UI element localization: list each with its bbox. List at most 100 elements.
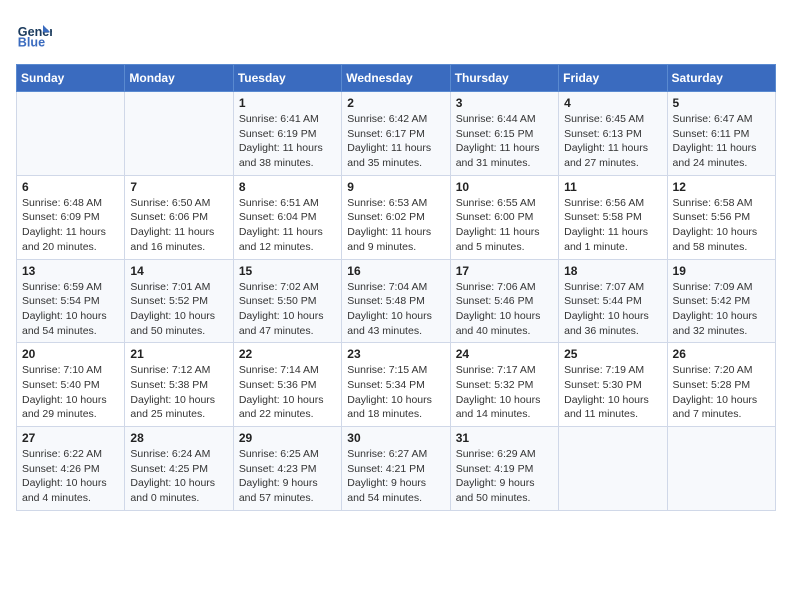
day-of-week-friday: Friday <box>559 65 667 92</box>
day-cell: 16 Sunrise: 7:04 AM Sunset: 5:48 PM Dayli… <box>342 259 450 343</box>
day-cell: 14Sunrise: 7:01 AM Sunset: 5:52 PM Dayli… <box>125 259 233 343</box>
day-of-week-thursday: Thursday <box>450 65 558 92</box>
day-cell: 17Sunrise: 7:06 AM Sunset: 5:46 PM Dayli… <box>450 259 558 343</box>
day-detail: Sunrise: 6:22 AM Sunset: 4:26 PM Dayligh… <box>22 447 119 506</box>
day-number: 29 <box>239 431 336 445</box>
day-cell: 20 Sunrise: 7:10 AM Sunset: 5:40 PM Dayli… <box>17 343 125 427</box>
day-detail: Sunrise: 7:01 AM Sunset: 5:52 PM Dayligh… <box>130 280 227 339</box>
logo: General Blue <box>16 16 52 52</box>
day-detail: Sunrise: 7:06 AM Sunset: 5:46 PM Dayligh… <box>456 280 553 339</box>
day-number: 18 <box>564 264 661 278</box>
day-number: 21 <box>130 347 227 361</box>
day-detail: Sunrise: 6:27 AM Sunset: 4:21 PM Dayligh… <box>347 447 444 506</box>
day-detail: Sunrise: 6:45 AM Sunset: 6:13 PM Dayligh… <box>564 112 661 171</box>
day-cell: 23 Sunrise: 7:15 AM Sunset: 5:34 PM Dayli… <box>342 343 450 427</box>
day-cell: 15 Sunrise: 7:02 AM Sunset: 5:50 PM Dayli… <box>233 259 341 343</box>
day-detail: Sunrise: 7:10 AM Sunset: 5:40 PM Dayligh… <box>22 363 119 422</box>
day-of-week-monday: Monday <box>125 65 233 92</box>
day-cell <box>125 92 233 176</box>
day-number: 9 <box>347 180 444 194</box>
day-number: 26 <box>673 347 770 361</box>
day-number: 16 <box>347 264 444 278</box>
day-detail: Sunrise: 6:58 AM Sunset: 5:56 PM Dayligh… <box>673 196 770 255</box>
day-cell: 30 Sunrise: 6:27 AM Sunset: 4:21 PM Dayli… <box>342 427 450 511</box>
day-cell: 4Sunrise: 6:45 AM Sunset: 6:13 PM Daylig… <box>559 92 667 176</box>
day-number: 23 <box>347 347 444 361</box>
day-detail: Sunrise: 6:56 AM Sunset: 5:58 PM Dayligh… <box>564 196 661 255</box>
day-of-week-sunday: Sunday <box>17 65 125 92</box>
day-number: 30 <box>347 431 444 445</box>
day-cell: 1 Sunrise: 6:41 AM Sunset: 6:19 PM Daylig… <box>233 92 341 176</box>
day-of-week-tuesday: Tuesday <box>233 65 341 92</box>
day-detail: Sunrise: 6:44 AM Sunset: 6:15 PM Dayligh… <box>456 112 553 171</box>
day-number: 7 <box>130 180 227 194</box>
day-number: 22 <box>239 347 336 361</box>
day-detail: Sunrise: 7:02 AM Sunset: 5:50 PM Dayligh… <box>239 280 336 339</box>
day-number: 6 <box>22 180 119 194</box>
day-number: 12 <box>673 180 770 194</box>
day-detail: Sunrise: 7:12 AM Sunset: 5:38 PM Dayligh… <box>130 363 227 422</box>
day-detail: Sunrise: 7:15 AM Sunset: 5:34 PM Dayligh… <box>347 363 444 422</box>
svg-text:Blue: Blue <box>18 36 45 50</box>
day-number: 20 <box>22 347 119 361</box>
day-number: 19 <box>673 264 770 278</box>
day-number: 25 <box>564 347 661 361</box>
day-number: 28 <box>130 431 227 445</box>
day-number: 1 <box>239 96 336 110</box>
day-detail: Sunrise: 6:51 AM Sunset: 6:04 PM Dayligh… <box>239 196 336 255</box>
day-detail: Sunrise: 6:42 AM Sunset: 6:17 PM Dayligh… <box>347 112 444 171</box>
day-cell: 28 Sunrise: 6:24 AM Sunset: 4:25 PM Dayli… <box>125 427 233 511</box>
day-cell: 26 Sunrise: 7:20 AM Sunset: 5:28 PM Dayli… <box>667 343 775 427</box>
day-cell: 11Sunrise: 6:56 AM Sunset: 5:58 PM Dayli… <box>559 175 667 259</box>
day-detail: Sunrise: 7:04 AM Sunset: 5:48 PM Dayligh… <box>347 280 444 339</box>
day-cell: 25 Sunrise: 7:19 AM Sunset: 5:30 PM Dayli… <box>559 343 667 427</box>
week-row-3: 13 Sunrise: 6:59 AM Sunset: 5:54 PM Dayli… <box>17 259 776 343</box>
day-detail: Sunrise: 6:47 AM Sunset: 6:11 PM Dayligh… <box>673 112 770 171</box>
day-cell: 29 Sunrise: 6:25 AM Sunset: 4:23 PM Dayli… <box>233 427 341 511</box>
day-number: 15 <box>239 264 336 278</box>
day-cell: 3 Sunrise: 6:44 AM Sunset: 6:15 PM Daylig… <box>450 92 558 176</box>
day-cell: 5 Sunrise: 6:47 AM Sunset: 6:11 PM Daylig… <box>667 92 775 176</box>
page-header: General Blue <box>16 16 776 52</box>
day-cell: 31Sunrise: 6:29 AM Sunset: 4:19 PM Dayli… <box>450 427 558 511</box>
day-detail: Sunrise: 6:25 AM Sunset: 4:23 PM Dayligh… <box>239 447 336 506</box>
day-detail: Sunrise: 6:24 AM Sunset: 4:25 PM Dayligh… <box>130 447 227 506</box>
week-row-2: 6Sunrise: 6:48 AM Sunset: 6:09 PM Daylig… <box>17 175 776 259</box>
day-number: 2 <box>347 96 444 110</box>
day-of-week-wednesday: Wednesday <box>342 65 450 92</box>
day-cell <box>17 92 125 176</box>
day-detail: Sunrise: 6:50 AM Sunset: 6:06 PM Dayligh… <box>130 196 227 255</box>
day-detail: Sunrise: 7:17 AM Sunset: 5:32 PM Dayligh… <box>456 363 553 422</box>
day-cell: 27Sunrise: 6:22 AM Sunset: 4:26 PM Dayli… <box>17 427 125 511</box>
day-detail: Sunrise: 7:07 AM Sunset: 5:44 PM Dayligh… <box>564 280 661 339</box>
day-detail: Sunrise: 7:14 AM Sunset: 5:36 PM Dayligh… <box>239 363 336 422</box>
day-detail: Sunrise: 7:20 AM Sunset: 5:28 PM Dayligh… <box>673 363 770 422</box>
day-cell: 6Sunrise: 6:48 AM Sunset: 6:09 PM Daylig… <box>17 175 125 259</box>
day-cell: 10Sunrise: 6:55 AM Sunset: 6:00 PM Dayli… <box>450 175 558 259</box>
day-cell: 19 Sunrise: 7:09 AM Sunset: 5:42 PM Dayli… <box>667 259 775 343</box>
day-number: 3 <box>456 96 553 110</box>
logo-icon: General Blue <box>16 16 52 52</box>
day-cell: 12 Sunrise: 6:58 AM Sunset: 5:56 PM Dayli… <box>667 175 775 259</box>
day-cell: 22 Sunrise: 7:14 AM Sunset: 5:36 PM Dayli… <box>233 343 341 427</box>
calendar-table: SundayMondayTuesdayWednesdayThursdayFrid… <box>16 64 776 511</box>
day-detail: Sunrise: 6:59 AM Sunset: 5:54 PM Dayligh… <box>22 280 119 339</box>
day-number: 8 <box>239 180 336 194</box>
week-row-5: 27Sunrise: 6:22 AM Sunset: 4:26 PM Dayli… <box>17 427 776 511</box>
day-number: 13 <box>22 264 119 278</box>
day-number: 5 <box>673 96 770 110</box>
day-detail: Sunrise: 6:55 AM Sunset: 6:00 PM Dayligh… <box>456 196 553 255</box>
day-cell: 21 Sunrise: 7:12 AM Sunset: 5:38 PM Dayli… <box>125 343 233 427</box>
day-cell: 8 Sunrise: 6:51 AM Sunset: 6:04 PM Daylig… <box>233 175 341 259</box>
day-of-week-saturday: Saturday <box>667 65 775 92</box>
day-number: 31 <box>456 431 553 445</box>
day-detail: Sunrise: 7:19 AM Sunset: 5:30 PM Dayligh… <box>564 363 661 422</box>
day-cell: 2 Sunrise: 6:42 AM Sunset: 6:17 PM Daylig… <box>342 92 450 176</box>
day-cell: 9Sunrise: 6:53 AM Sunset: 6:02 PM Daylig… <box>342 175 450 259</box>
week-row-1: 1 Sunrise: 6:41 AM Sunset: 6:19 PM Daylig… <box>17 92 776 176</box>
day-detail: Sunrise: 6:41 AM Sunset: 6:19 PM Dayligh… <box>239 112 336 171</box>
day-cell: 24Sunrise: 7:17 AM Sunset: 5:32 PM Dayli… <box>450 343 558 427</box>
day-detail: Sunrise: 7:09 AM Sunset: 5:42 PM Dayligh… <box>673 280 770 339</box>
day-cell: 7 Sunrise: 6:50 AM Sunset: 6:06 PM Daylig… <box>125 175 233 259</box>
day-cell: 13 Sunrise: 6:59 AM Sunset: 5:54 PM Dayli… <box>17 259 125 343</box>
